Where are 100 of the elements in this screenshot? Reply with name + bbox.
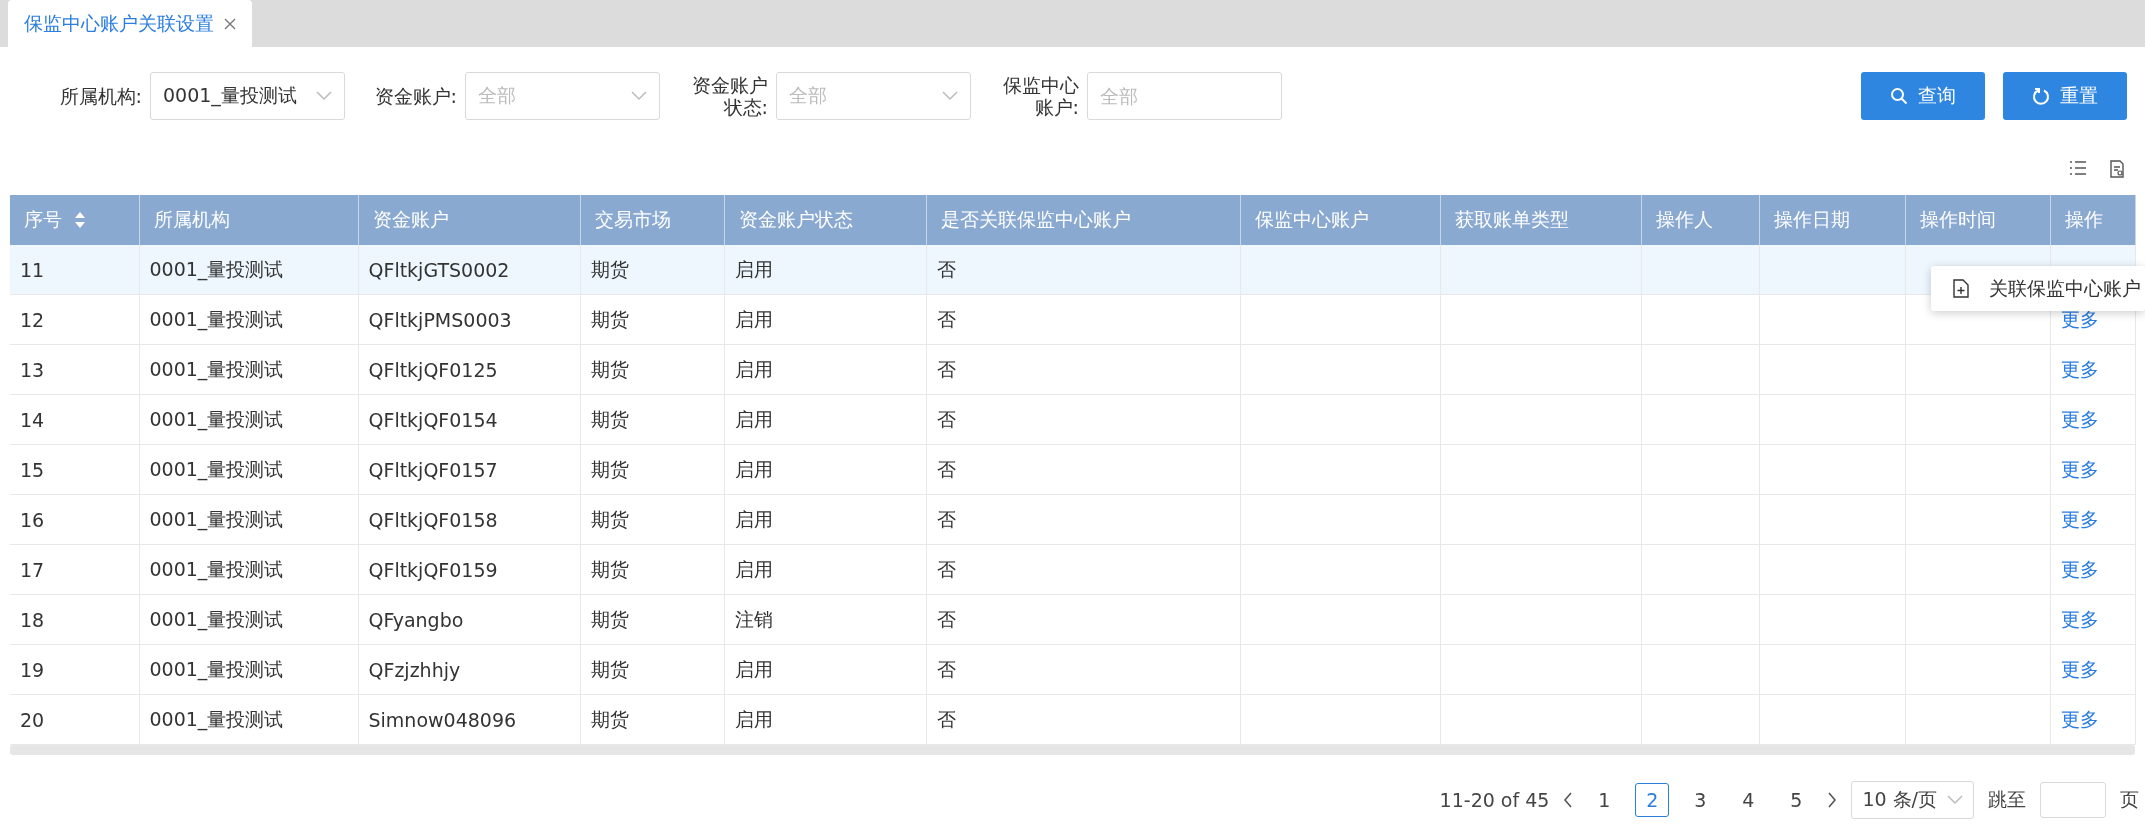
table-cell: 18: [10, 594, 139, 645]
table-cell: 12: [10, 294, 139, 345]
table-cell: 0001_量投测试: [139, 394, 358, 445]
table-cell: 期货: [580, 644, 724, 695]
table-row[interactable]: 13 0001_量投测试 QFltkjQF0125 期货 启用 否 更多: [10, 344, 2135, 395]
scrollbar[interactable]: [10, 745, 2135, 755]
table-cell: 0001_量投测试: [139, 544, 358, 595]
filter-label: 资金账户状态:: [691, 74, 768, 118]
table-row[interactable]: 20 0001_量投测试 Simnow048096 期货 启用 否 更多: [10, 694, 2135, 745]
table-cell: 启用: [724, 294, 926, 345]
table-cell: 否: [926, 344, 1240, 395]
column-header: 获取账单类型: [1440, 195, 1641, 245]
column-header: 所属机构: [139, 195, 358, 245]
table-cell: 0001_量投测试: [139, 294, 358, 345]
table-cell: 否: [926, 294, 1240, 345]
table-cell: QFltkjGTS0002: [358, 245, 580, 295]
select-field[interactable]: 0001_量投测试: [150, 72, 345, 120]
table-cell: 否: [926, 444, 1240, 495]
table-cell: 0001_量投测试: [139, 444, 358, 495]
column-header: 保监中心账户: [1240, 195, 1440, 245]
page-number[interactable]: 4: [1731, 783, 1766, 817]
table-cell: 16: [10, 494, 139, 545]
chevron-down-icon: [316, 91, 332, 101]
page-number[interactable]: 3: [1683, 783, 1718, 817]
table-cell: 启用: [724, 344, 926, 395]
table-cell: 启用: [724, 394, 926, 445]
chevron-down-icon: [1947, 795, 1963, 805]
table-cell: 否: [926, 644, 1240, 695]
previous-page-icon[interactable]: [1563, 792, 1574, 808]
table-cell: 0001_量投测试: [139, 344, 358, 395]
column-header: 是否关联保监中心账户: [926, 195, 1240, 245]
table-cell: 期货: [580, 544, 724, 595]
page-size-select[interactable]: 10 条/页: [1851, 781, 1974, 819]
add-file-icon: [1953, 279, 1969, 298]
more-link[interactable]: 更多: [2060, 407, 2099, 430]
page-number[interactable]: 2: [1635, 783, 1670, 817]
more-link[interactable]: 更多: [2060, 657, 2099, 680]
page-number[interactable]: 1: [1587, 783, 1622, 817]
table-row[interactable]: 14 0001_量投测试 QFltkjQF0154 期货 启用 否 更多: [10, 394, 2135, 445]
table-row[interactable]: 16 0001_量投测试 QFltkjQF0158 期货 启用 否 更多: [10, 494, 2135, 545]
page-label: 页: [2120, 787, 2139, 812]
table-cell: 17: [10, 544, 139, 595]
table-cell: QFltkjQF0154: [358, 394, 580, 445]
table-row[interactable]: 15 0001_量投测试 QFltkjQF0157 期货 启用 否 更多: [10, 444, 2135, 495]
column-header: 操作时间: [1905, 195, 2050, 245]
table-cell: 否: [926, 245, 1240, 295]
menu-item[interactable]: 关联保监中心账户: [1931, 266, 2145, 311]
table-cell: 20: [10, 694, 139, 745]
table-cell: 13: [10, 344, 139, 395]
search-icon: [1890, 87, 1908, 105]
table-cell: Simnow048096: [358, 694, 580, 745]
more-link[interactable]: 更多: [2060, 507, 2099, 530]
filter-label: 资金账户:: [373, 85, 457, 107]
page-input[interactable]: [2040, 782, 2106, 818]
page-number[interactable]: 5: [1779, 783, 1814, 817]
table-cell: 否: [926, 544, 1240, 595]
column-header: 资金账户: [358, 195, 580, 245]
more-link[interactable]: 更多: [2060, 557, 2099, 580]
sort-icon[interactable]: [74, 211, 86, 229]
table-cell: 0001_量投测试: [139, 694, 358, 745]
table-row[interactable]: 17 0001_量投测试 QFltkjQF0159 期货 启用 否 更多: [10, 544, 2135, 595]
table-cell: 启用: [724, 544, 926, 595]
table-cell: 注销: [724, 594, 926, 645]
list-icon[interactable]: [2069, 160, 2087, 176]
table-cell: 启用: [724, 245, 926, 295]
table-cell: 11: [10, 245, 139, 295]
table-cell: 期货: [580, 444, 724, 495]
reload-icon: [2032, 87, 2050, 105]
table-cell: 否: [926, 694, 1240, 745]
document-icon[interactable]: [2109, 160, 2125, 178]
input-field[interactable]: 全部: [1087, 72, 1282, 120]
table-cell: 否: [926, 494, 1240, 545]
more-link[interactable]: 更多: [2060, 457, 2099, 480]
chevron-down-icon: [942, 91, 958, 101]
column-header: 操作日期: [1759, 195, 1905, 245]
table-cell: 0001_量投测试: [139, 644, 358, 695]
more-link[interactable]: 更多: [2060, 607, 2099, 630]
table-cell: QFltkjQF0125: [358, 344, 580, 395]
table-cell: 19: [10, 644, 139, 695]
page-summary: 11-20 of 45: [1439, 789, 1550, 811]
column-header: 操作人: [1641, 195, 1759, 245]
page-tab[interactable]: 保监中心账户关联设置: [8, 0, 252, 47]
reset-button[interactable]: 重置: [2003, 72, 2127, 120]
table-cell: 期货: [580, 594, 724, 645]
table-cell: 启用: [724, 494, 926, 545]
table-cell: 启用: [724, 694, 926, 745]
next-page-icon[interactable]: [1827, 792, 1838, 808]
table-row[interactable]: 19 0001_量投测试 QFzjzhhjy 期货 启用 否 更多: [10, 644, 2135, 695]
search-button[interactable]: 查询: [1861, 72, 1985, 120]
table-cell: 0001_量投测试: [139, 594, 358, 645]
table-cell: QFltkjQF0158: [358, 494, 580, 545]
close-icon[interactable]: [224, 17, 236, 30]
filter-label: 所属机构:: [58, 85, 142, 107]
table-cell: QFltkjPMS0003: [358, 294, 580, 345]
jump-label: 跳至: [1988, 787, 2026, 812]
more-link[interactable]: 更多: [2060, 357, 2099, 380]
table-cell: 否: [926, 594, 1240, 645]
more-link[interactable]: 更多: [2060, 707, 2099, 730]
table-cell: 期货: [580, 494, 724, 545]
table-row[interactable]: 18 0001_量投测试 QFyangbo 期货 注销 否 更多: [10, 594, 2135, 645]
